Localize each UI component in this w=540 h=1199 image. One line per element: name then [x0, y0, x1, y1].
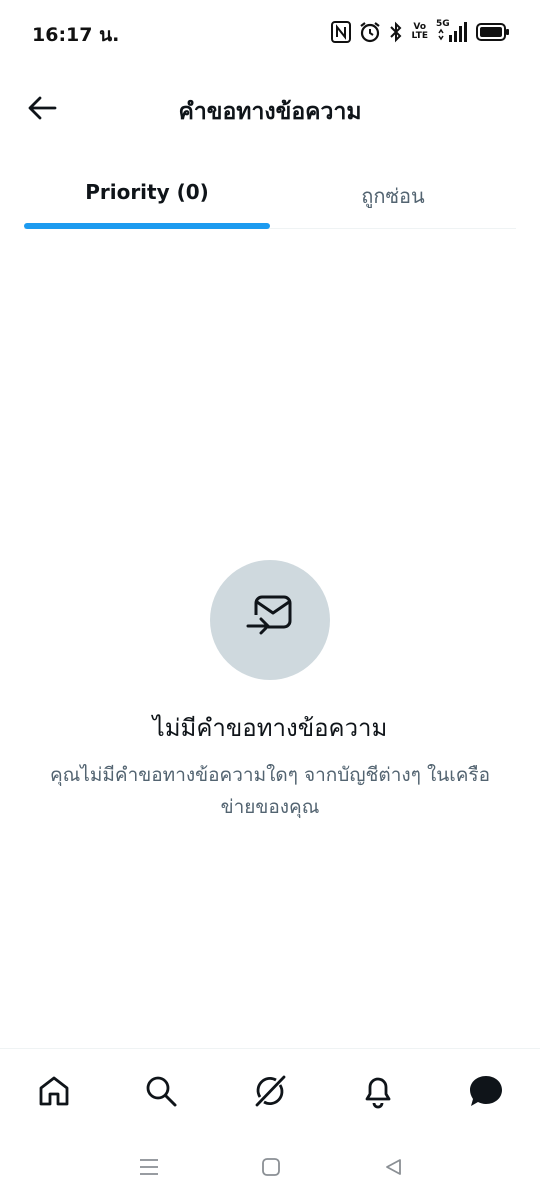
bluetooth-icon	[389, 21, 403, 43]
system-back-button[interactable]	[378, 1154, 408, 1184]
nav-grok[interactable]	[248, 1071, 292, 1115]
page-title: คำขอทางข้อความ	[178, 99, 362, 125]
system-menu-button[interactable]	[134, 1154, 164, 1184]
home-icon	[37, 1074, 71, 1112]
empty-icon-circle	[210, 560, 330, 680]
signal-icon: 5G	[436, 19, 468, 43]
volte-bottom-label: LTE	[411, 31, 428, 41]
alarm-icon	[359, 21, 381, 43]
empty-description: คุณไม่มีคำขอทางข้อความใดๆ จากบัญชีต่างๆ …	[49, 764, 491, 818]
empty-title: ไม่มีคำขอทางข้อความ	[152, 714, 388, 742]
status-bar: 16:17 น. Vo LTE 5G	[0, 0, 540, 64]
status-time: 16:17 น.	[32, 24, 120, 46]
bottom-nav	[0, 1048, 540, 1139]
envelope-arrow-icon	[242, 593, 298, 647]
nav-messages[interactable]	[464, 1071, 508, 1115]
empty-state: ไม่มีคำขอทางข้อความ คุณไม่มีคำขอทางข้อคว…	[0, 560, 540, 823]
tab-active-indicator	[24, 223, 270, 229]
nav-home[interactable]	[32, 1071, 76, 1115]
tab-priority-label: Priority (0)	[85, 180, 209, 204]
system-home-button[interactable]	[256, 1154, 286, 1184]
home-square-icon	[261, 1157, 281, 1181]
nav-notifications[interactable]	[356, 1071, 400, 1115]
tab-bar: Priority (0) ถูกซ่อน	[24, 160, 516, 229]
battery-icon	[476, 22, 510, 42]
header: คำขอทางข้อความ	[0, 70, 540, 150]
search-icon	[144, 1074, 178, 1112]
menu-icon	[138, 1157, 160, 1181]
nfc-icon	[331, 21, 352, 43]
nav-search[interactable]	[139, 1071, 183, 1115]
tab-hidden-label: ถูกซ่อน	[361, 184, 425, 208]
tab-priority[interactable]: Priority (0)	[24, 160, 270, 229]
messages-icon	[468, 1074, 504, 1112]
back-triangle-icon	[383, 1157, 403, 1181]
grok-icon	[252, 1073, 288, 1113]
system-nav	[0, 1140, 540, 1199]
volte-icon: Vo LTE	[411, 23, 428, 41]
notifications-icon	[361, 1073, 395, 1113]
status-icons: Vo LTE 5G	[331, 18, 510, 46]
tab-hidden[interactable]: ถูกซ่อน	[270, 160, 516, 228]
